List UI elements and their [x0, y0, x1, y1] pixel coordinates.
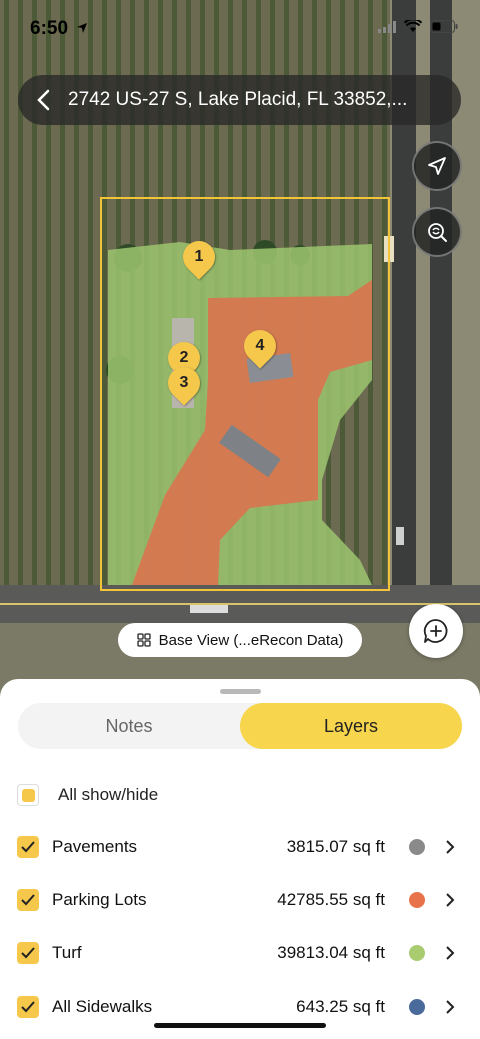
layer-area: 643.25 sq ft: [296, 997, 385, 1016]
layer-name: Pavements: [52, 837, 138, 856]
status-time: 6:50: [30, 18, 69, 39]
layer-checkbox[interactable]: [17, 836, 39, 858]
all-show-hide-label: All show/hide: [58, 785, 159, 804]
layer-area: 3815.07 sq ft: [286, 837, 385, 856]
layer-name: Parking Lots: [52, 890, 147, 909]
marker-label: 4: [255, 337, 265, 354]
layer-area: 39813.04 sq ft: [277, 943, 385, 962]
layer-row[interactable]: Parking Lots 42785.55 sq ft: [0, 880, 480, 920]
bottom-sheet: Notes Layers All show/hide Pavements 381…: [0, 679, 480, 1039]
segmented-control: Notes Layers: [18, 703, 462, 749]
address-text: 2742 US-27 S, Lake Placid, FL 33852,...: [68, 89, 408, 110]
sheet-grabber[interactable]: [220, 689, 261, 694]
wifi-icon: [404, 20, 422, 32]
layer-color-dot: [409, 892, 425, 908]
chevron-right-icon[interactable]: [445, 999, 455, 1015]
back-button[interactable]: [18, 75, 68, 125]
map-marker[interactable]: 3: [161, 360, 207, 406]
layer-area: 42785.55 sq ft: [277, 890, 385, 909]
layer-name: All Sidewalks: [52, 997, 153, 1016]
location-arrow-icon: [77, 23, 87, 33]
battery-icon: [430, 20, 458, 33]
base-view-label: Base View (...eRecon Data): [158, 631, 344, 649]
map-marker[interactable]: 1: [176, 234, 222, 280]
checkmark-icon: [21, 894, 35, 906]
checkmark-icon: [21, 1001, 35, 1013]
layer-checkbox[interactable]: [17, 996, 39, 1018]
home-indicator[interactable]: [154, 1023, 326, 1028]
layer-row[interactable]: Turf 39813.04 sq ft: [0, 933, 480, 973]
tab-notes[interactable]: Notes: [18, 703, 240, 749]
address-bar: 2742 US-27 S, Lake Placid, FL 33852,...: [18, 75, 461, 125]
map-marker[interactable]: 4: [237, 323, 283, 369]
layer-color-dot: [409, 945, 425, 961]
search-refresh-icon: [428, 223, 447, 242]
status-bar: 6:50: [0, 0, 480, 56]
chevron-right-icon[interactable]: [445, 945, 455, 961]
all-show-hide-row[interactable]: All show/hide: [0, 775, 480, 815]
layer-checkbox[interactable]: [17, 942, 39, 964]
navigate-button[interactable]: [412, 141, 462, 191]
layer-row[interactable]: Pavements 3815.07 sq ft: [0, 827, 480, 867]
layer-color-dot: [409, 839, 425, 855]
add-note-button[interactable]: [409, 604, 463, 658]
recenter-button[interactable]: [412, 207, 462, 257]
checkmark-icon: [21, 841, 35, 853]
chevron-right-icon[interactable]: [445, 892, 455, 908]
layer-color-dot: [409, 999, 425, 1015]
status-indicators: [378, 20, 458, 33]
layer-row[interactable]: All Sidewalks 643.25 sq ft: [0, 987, 480, 1027]
marker-label: 3: [179, 374, 189, 391]
checkmark-icon: [21, 947, 35, 959]
tab-layers[interactable]: Layers: [240, 703, 462, 749]
all-checkbox[interactable]: [17, 784, 39, 806]
base-view-selector[interactable]: Base View (...eRecon Data): [118, 623, 362, 657]
layer-name: Turf: [52, 943, 82, 962]
marker-label: 1: [194, 248, 204, 265]
layer-checkbox[interactable]: [17, 889, 39, 911]
navigation-arrow-icon: [428, 157, 446, 175]
chevron-right-icon[interactable]: [445, 839, 455, 855]
grid-icon: [136, 633, 151, 647]
chevron-left-icon: [37, 89, 50, 111]
cellular-signal-icon: [378, 20, 396, 33]
add-comment-icon: [423, 619, 448, 643]
